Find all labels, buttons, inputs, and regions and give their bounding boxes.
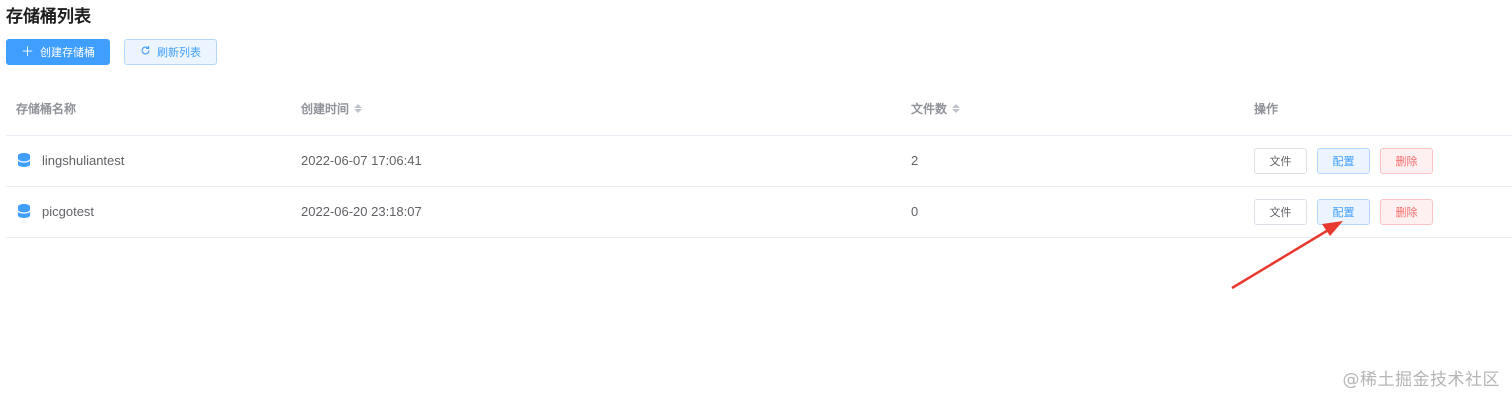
column-header-created[interactable]: 创建时间 [301,100,363,117]
column-label: 创建时间 [301,102,350,116]
column-header-actions: 操作 [1254,100,1278,117]
created-time: 2022-06-07 17:06:41 [301,153,422,168]
refresh-list-button[interactable]: 刷新列表 [124,39,217,65]
created-time: 2022-06-20 23:18:07 [301,204,422,219]
column-label: 存储桶名称 [16,102,77,116]
table-header: 存储桶名称 创建时间 文件数 操作 [6,82,1512,136]
file-count: 0 [911,204,919,219]
bucket-name: lingshuliantest [42,152,125,168]
refresh-list-label: 刷新列表 [157,46,201,59]
files-button[interactable]: 文件 [1254,199,1307,225]
plus-icon: ＋ [20,44,34,60]
watermark: @稀土掘金技术社区 [1342,370,1500,390]
create-bucket-button[interactable]: ＋ 创建存储桶 [6,39,110,65]
create-bucket-label: 创建存储桶 [40,46,95,59]
files-button[interactable]: 文件 [1254,148,1307,174]
bucket-name-cell: picgotest [16,203,94,219]
file-count: 2 [911,153,919,168]
table-row: picgotest 2022-06-20 23:18:07 0 文件 配置 删除 [6,187,1512,238]
page-title: 存储桶列表 [6,7,91,27]
refresh-icon [140,45,151,59]
config-button[interactable]: 配置 [1317,199,1370,225]
column-header-files[interactable]: 文件数 [911,100,961,117]
sort-icon[interactable] [952,104,961,113]
bucket-table: 存储桶名称 创建时间 文件数 操作 lingshuliantest 2022-0… [6,82,1512,238]
database-icon [17,204,31,218]
column-header-name: 存储桶名称 [16,100,76,117]
delete-button[interactable]: 删除 [1380,199,1433,225]
config-button[interactable]: 配置 [1317,148,1370,174]
bucket-name: picgotest [42,203,95,219]
delete-button[interactable]: 删除 [1380,148,1433,174]
bucket-name-cell: lingshuliantest [16,152,124,168]
column-label: 操作 [1254,102,1279,116]
storage-bucket-page: 存储桶列表 ＋ 创建存储桶 刷新列表 存储桶名称 创建时间 文件数 操作 lin… [0,0,1512,400]
sort-icon[interactable] [354,104,363,113]
table-row: lingshuliantest 2022-06-07 17:06:41 2 文件… [6,136,1512,187]
database-icon [17,153,31,167]
column-label: 文件数 [911,102,948,116]
